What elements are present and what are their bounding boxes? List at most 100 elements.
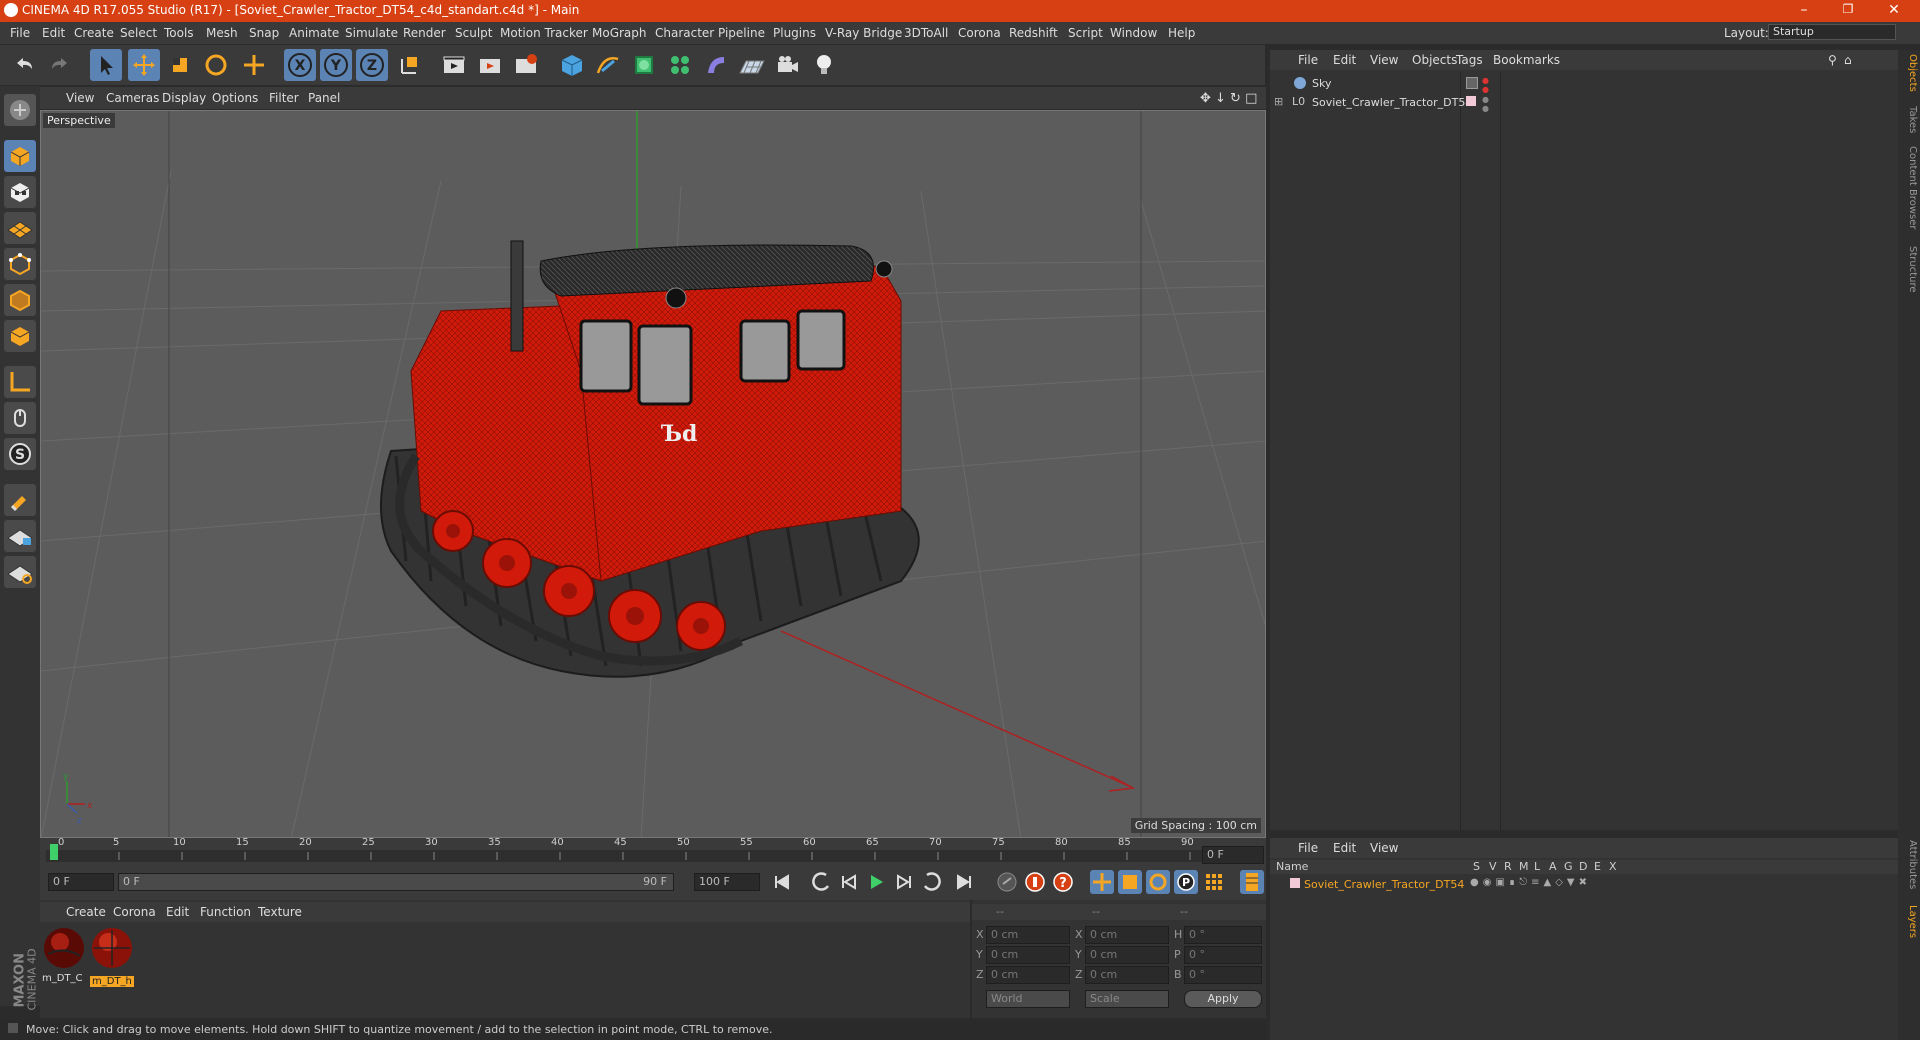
rotate-tool-icon[interactable] xyxy=(200,49,232,81)
tab-layers[interactable]: Layers xyxy=(1900,905,1918,938)
rotation-p-field[interactable]: 0 ° xyxy=(1184,946,1262,964)
viewport-menu-cameras[interactable]: Cameras xyxy=(106,91,159,105)
coord-mode-select[interactable]: Scale xyxy=(1085,990,1169,1008)
layer-toggle-icons[interactable]: ●◉▣∎⎋≡▲◇▼✖ xyxy=(1470,877,1591,888)
light-icon[interactable] xyxy=(808,49,840,81)
viewport-menu-options[interactable]: Options xyxy=(212,91,258,105)
om-home-icon[interactable]: ⌂ xyxy=(1844,53,1852,67)
size-z-field[interactable]: 0 cm xyxy=(1085,966,1169,984)
render-view-icon[interactable] xyxy=(438,49,470,81)
rotation-h-field[interactable]: 0 ° xyxy=(1184,926,1262,944)
coordinate-system-icon[interactable] xyxy=(394,49,426,81)
object-row-sky[interactable]: Sky ● ● xyxy=(1274,75,1894,94)
menu-file[interactable]: File xyxy=(10,26,30,40)
viewport-menu-view[interactable]: View xyxy=(66,91,94,105)
key-parameter-icon[interactable]: P xyxy=(1174,870,1198,894)
position-z-field[interactable]: 0 cm xyxy=(986,966,1070,984)
current-frame-field[interactable]: 0 F xyxy=(1202,846,1264,864)
key-rotation-icon[interactable] xyxy=(1146,870,1170,894)
viewport-menu-display[interactable]: Display xyxy=(162,91,206,105)
render-settings-icon[interactable] xyxy=(510,49,542,81)
preview-range-slider[interactable]: 0 F 90 F xyxy=(118,873,674,891)
render-picture-viewer-icon[interactable] xyxy=(474,49,506,81)
lm-menu-view[interactable]: View xyxy=(1370,841,1398,855)
key-position-icon[interactable] xyxy=(1090,870,1114,894)
menu-script[interactable]: Script xyxy=(1068,26,1103,40)
undo-icon[interactable] xyxy=(8,49,40,81)
layer-tag-icon[interactable] xyxy=(1466,77,1478,89)
end-frame-field[interactable]: 100 F xyxy=(694,873,760,891)
workplane-mode-icon[interactable] xyxy=(4,212,36,244)
model-mode-icon[interactable] xyxy=(4,140,36,172)
material-swatch-selected[interactable]: m_DT_h xyxy=(90,926,136,987)
close-icon[interactable]: ✕ xyxy=(1880,2,1908,18)
material-swatch[interactable]: m_DT_C xyxy=(42,926,88,986)
go-to-start-icon[interactable] xyxy=(770,870,794,894)
position-y-field[interactable]: 0 cm xyxy=(986,946,1070,964)
snap-magnet-icon[interactable] xyxy=(4,484,36,516)
menu-redshift[interactable]: Redshift xyxy=(1009,26,1058,40)
position-x-field[interactable]: 0 cm xyxy=(986,926,1070,944)
menu-corona[interactable]: Corona xyxy=(958,26,1001,40)
record-keys-icon[interactable] xyxy=(1023,870,1047,894)
object-row-tractor[interactable]: ⊞ L0 Soviet_Crawler_Tractor_DT54 ● ● xyxy=(1274,94,1894,113)
menu-animate[interactable]: Animate xyxy=(289,26,339,40)
tab-structure[interactable]: Structure xyxy=(1900,246,1918,293)
make-editable-icon[interactable] xyxy=(4,94,36,126)
om-menu-bookmarks[interactable]: Bookmarks xyxy=(1493,53,1560,67)
menu-snap[interactable]: Snap xyxy=(249,26,279,40)
visibility-dots-icon[interactable]: ● ● xyxy=(1482,95,1489,113)
tab-attributes[interactable]: Attributes xyxy=(1900,840,1918,889)
subdivision-surface-icon[interactable] xyxy=(628,49,660,81)
edges-mode-icon[interactable] xyxy=(4,284,36,316)
menu-vray-bridge[interactable]: V-Ray Bridge xyxy=(825,26,902,40)
y-axis-lock-icon[interactable]: Y xyxy=(320,49,352,81)
rotation-b-field[interactable]: 0 ° xyxy=(1184,966,1262,984)
layer-row[interactable]: Soviet_Crawler_Tractor_DT54 ●◉▣∎⎋≡▲◇▼✖ xyxy=(1270,876,1898,894)
mm-menu-corona[interactable]: Corona xyxy=(113,905,156,919)
om-search-icon[interactable]: ⚲ xyxy=(1828,53,1837,67)
axis-mode-icon[interactable] xyxy=(4,366,36,398)
camera-icon[interactable] xyxy=(772,49,804,81)
select-arrow-icon[interactable] xyxy=(90,49,122,81)
menu-simulate[interactable]: Simulate xyxy=(345,26,398,40)
floor-environment-icon[interactable] xyxy=(736,49,768,81)
start-frame-field[interactable]: 0 F xyxy=(48,873,114,891)
scale-tool-icon[interactable] xyxy=(164,49,196,81)
next-key-icon[interactable] xyxy=(919,870,943,894)
perspective-viewport[interactable]: Ъd y x z Perspective Grid Spacing: 100 … xyxy=(40,110,1266,838)
menu-3dtoall[interactable]: 3DToAll xyxy=(904,26,948,40)
transform-tool-icon[interactable] xyxy=(238,49,270,81)
apply-button[interactable]: Apply xyxy=(1184,990,1262,1008)
om-menu-file[interactable]: File xyxy=(1298,53,1318,67)
layout-select[interactable]: Startup xyxy=(1768,24,1896,40)
menu-pipeline[interactable]: Pipeline xyxy=(718,26,765,40)
viewport-menu-filter[interactable]: Filter xyxy=(269,91,299,105)
redo-icon[interactable] xyxy=(44,49,76,81)
expand-plus-icon[interactable]: ⊞ xyxy=(1274,95,1283,108)
menu-mograph[interactable]: MoGraph xyxy=(592,26,647,40)
menu-plugins[interactable]: Plugins xyxy=(773,26,816,40)
om-menu-edit[interactable]: Edit xyxy=(1333,53,1356,67)
key-scale-icon[interactable] xyxy=(1118,870,1142,894)
menu-select[interactable]: Select xyxy=(120,26,157,40)
restore-icon[interactable]: ❐ xyxy=(1834,2,1862,16)
motion-record-icon[interactable] xyxy=(995,870,1019,894)
key-pla-icon[interactable] xyxy=(1202,870,1226,894)
texture-mode-icon[interactable] xyxy=(4,176,36,208)
lm-menu-edit[interactable]: Edit xyxy=(1333,841,1356,855)
coord-system-select[interactable]: World xyxy=(986,990,1070,1008)
play-icon[interactable] xyxy=(864,870,888,894)
size-x-field[interactable]: 0 cm xyxy=(1085,926,1169,944)
size-y-field[interactable]: 0 cm xyxy=(1085,946,1169,964)
prev-frame-icon[interactable] xyxy=(837,870,861,894)
polygons-mode-icon[interactable] xyxy=(4,320,36,352)
om-menu-objects[interactable]: Objects xyxy=(1412,53,1457,67)
layer-color-swatch[interactable] xyxy=(1290,878,1300,888)
menu-character[interactable]: Character xyxy=(655,26,714,40)
menu-create[interactable]: Create xyxy=(74,26,114,40)
grid-snap-icon[interactable] xyxy=(4,556,36,588)
om-menu-view[interactable]: View xyxy=(1370,53,1398,67)
spline-pen-icon[interactable] xyxy=(592,49,624,81)
menu-sculpt[interactable]: Sculpt xyxy=(455,26,492,40)
